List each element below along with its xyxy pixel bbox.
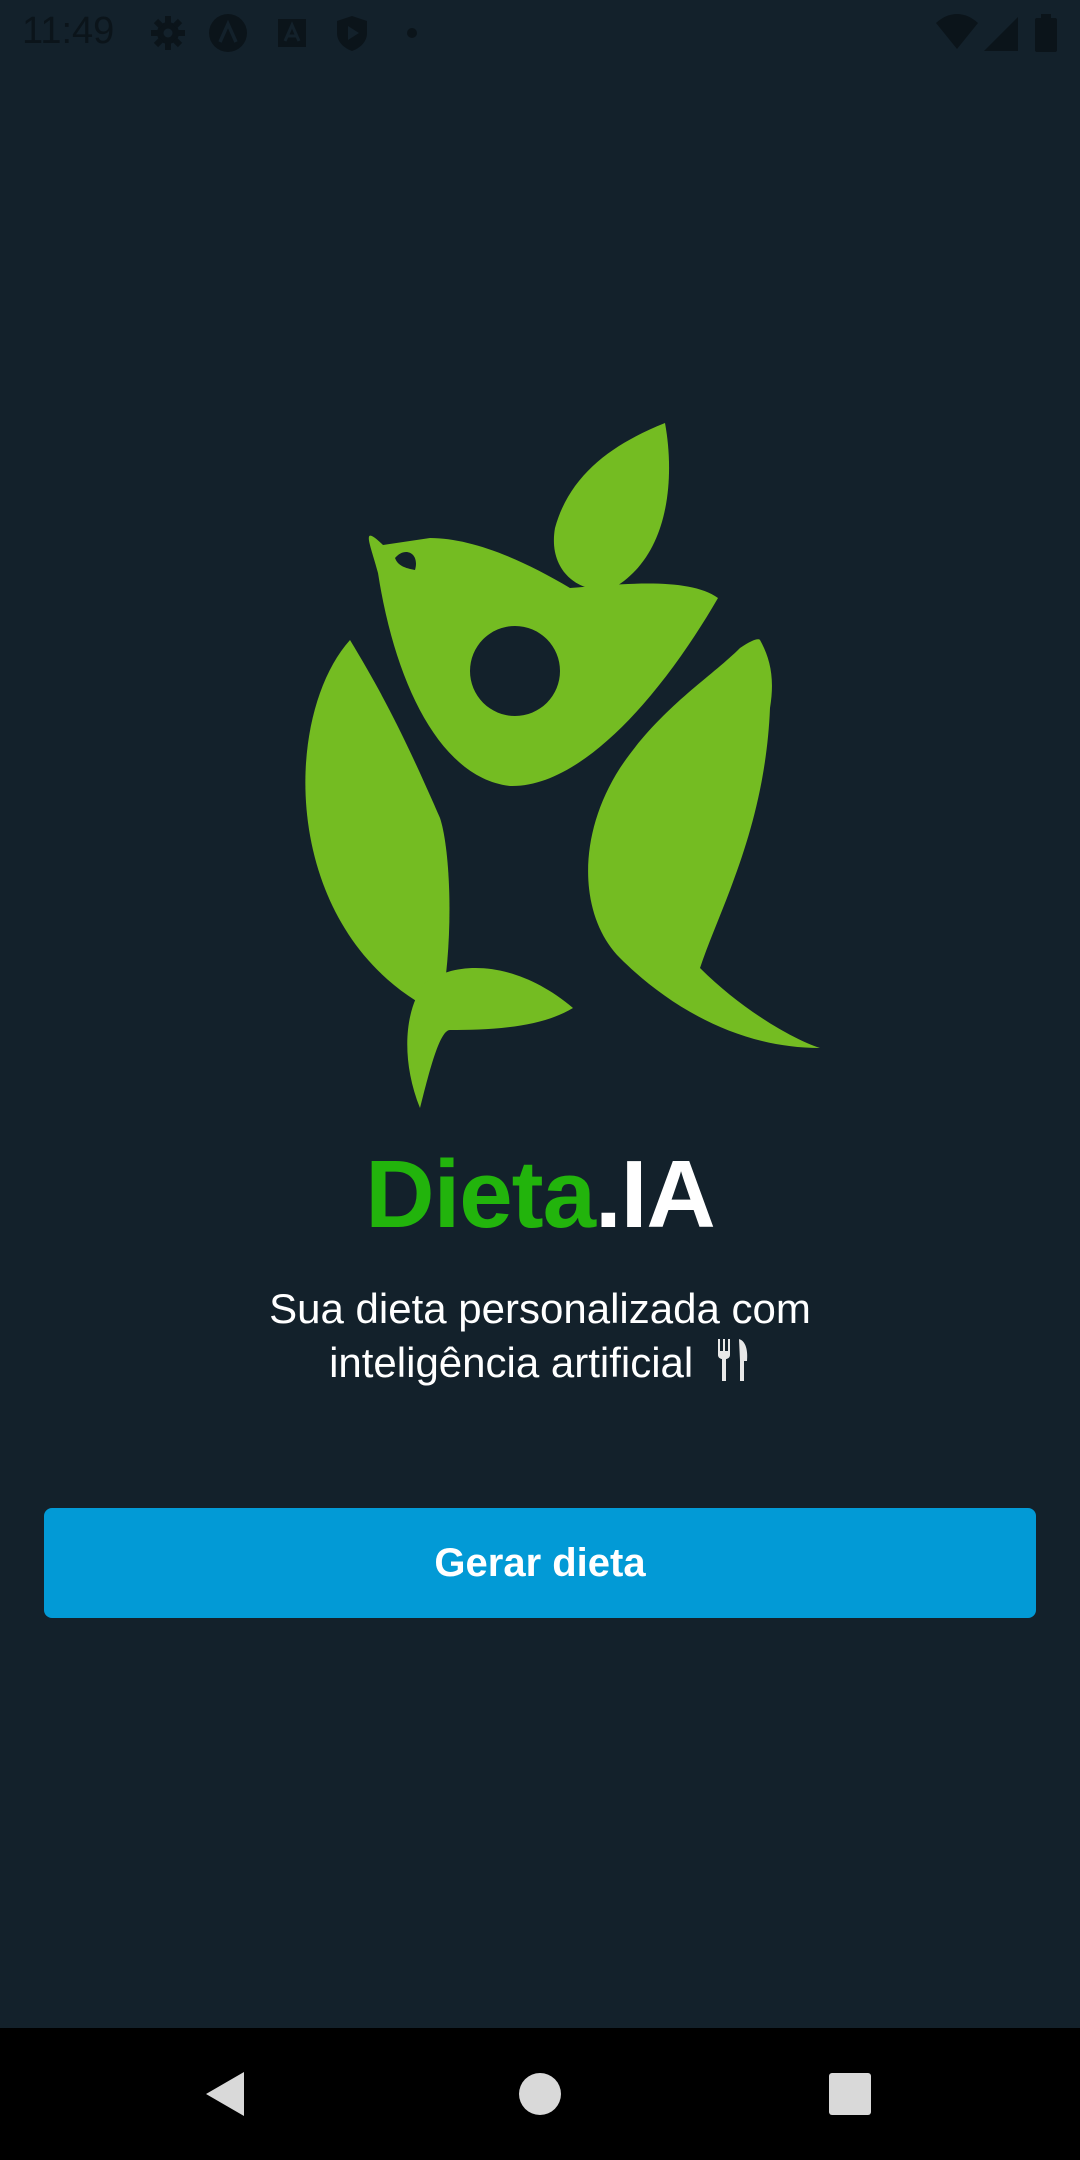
app-a-icon <box>209 14 247 52</box>
app-title-ia: .IA <box>595 1141 716 1248</box>
signal-icon <box>984 17 1018 51</box>
back-icon[interactable] <box>196 2064 256 2124</box>
wifi-icon <box>936 14 978 49</box>
navigation-bar <box>0 2028 1080 2160</box>
subtitle: Sua dieta personalizada com inteligência… <box>140 1282 940 1390</box>
status-bar: 11:49 <box>0 0 1080 66</box>
app-title: Dieta.IA <box>0 1140 1080 1250</box>
gear-icon <box>151 16 185 50</box>
status-time: 11:49 <box>22 10 115 52</box>
play-shield-icon <box>337 16 367 51</box>
subtitle-line-1: Sua dieta personalizada com <box>269 1285 811 1332</box>
app-title-dieta: Dieta <box>365 1141 596 1248</box>
font-a-icon <box>278 19 306 47</box>
fork-knife-icon <box>717 1339 748 1381</box>
battery-icon <box>1035 14 1057 52</box>
dot-icon <box>407 28 417 38</box>
splash-screen: 11:49 Dieta.IA Sua dieta personalizada c… <box>0 0 1080 2160</box>
subtitle-line-2-wrap: inteligência artificial <box>140 1336 940 1390</box>
generate-diet-button[interactable]: Gerar dieta <box>44 1508 1036 1618</box>
recents-icon[interactable] <box>820 2064 880 2124</box>
home-icon[interactable] <box>510 2064 570 2124</box>
subtitle-line-2: inteligência artificial <box>329 1339 694 1386</box>
dieta-ia-logo <box>305 423 820 1108</box>
